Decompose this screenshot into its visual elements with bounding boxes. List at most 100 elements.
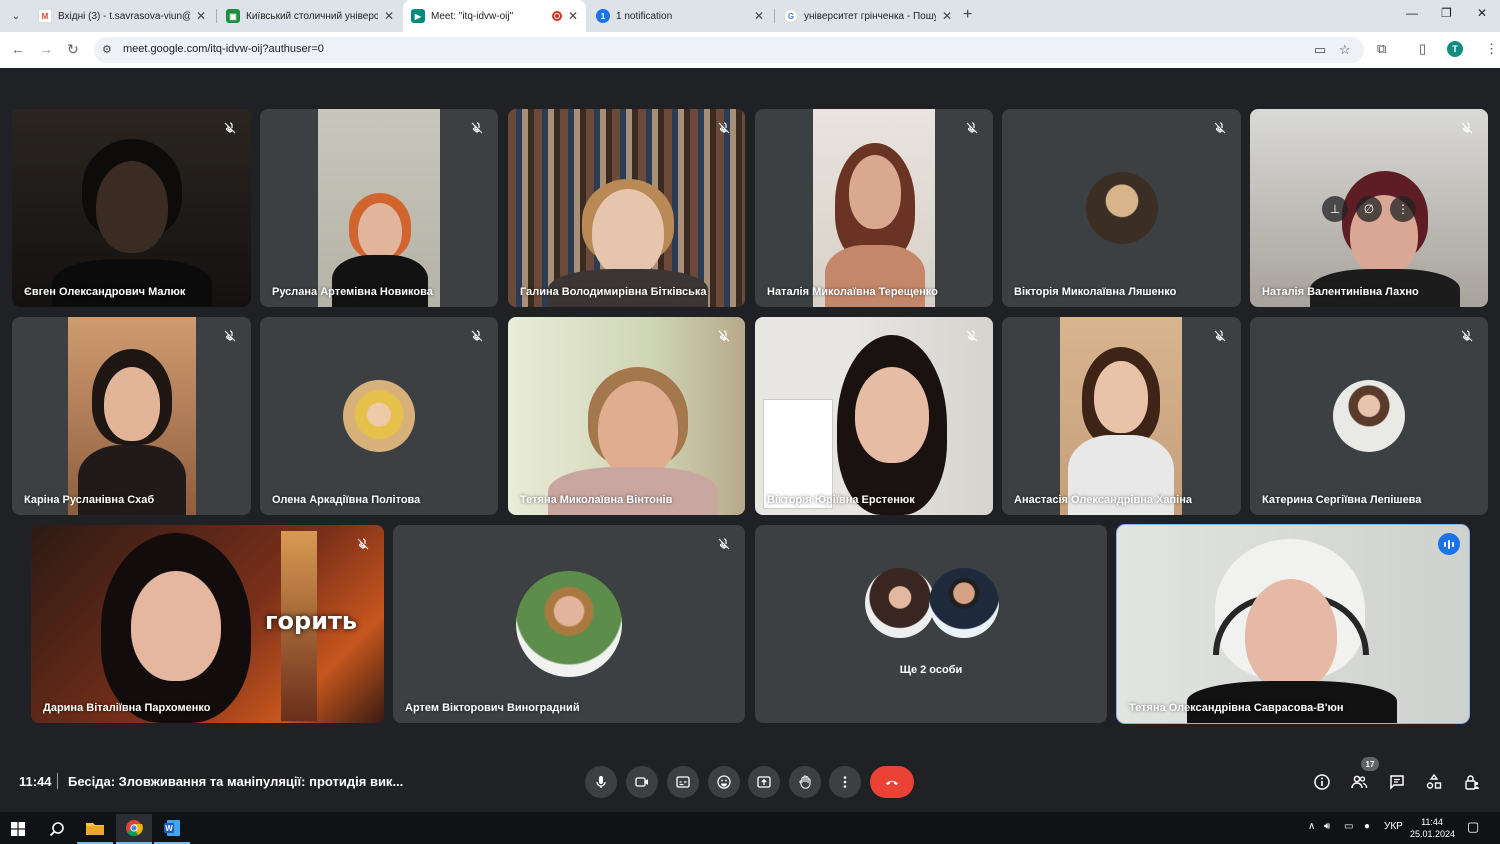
tab-close-icon[interactable]: ✕ bbox=[384, 9, 394, 23]
tab-google-search[interactable]: G університет грінченка - Пошук ✕ bbox=[776, 0, 960, 32]
participant-tile[interactable]: Галина Володимирівна Бітківська bbox=[508, 109, 745, 307]
captions-button[interactable] bbox=[667, 766, 699, 798]
tab-search-dropdown-icon[interactable]: ⌄ bbox=[6, 6, 26, 26]
windows-start-icon[interactable] bbox=[0, 814, 36, 844]
present-screen-icon bbox=[757, 776, 771, 788]
chrome-icon[interactable] bbox=[116, 814, 152, 844]
microphone-button[interactable] bbox=[585, 766, 617, 798]
microphone-tray-icon[interactable]: ● bbox=[1364, 821, 1370, 832]
notification-icon: 1 bbox=[596, 9, 610, 23]
participant-video bbox=[318, 109, 440, 307]
participant-tile[interactable]: Наталія Миколаївна Терещенко bbox=[755, 109, 993, 307]
host-controls-button[interactable] bbox=[1460, 770, 1484, 794]
mic-off-icon bbox=[963, 327, 981, 345]
side-panel-icon[interactable]: ▯ bbox=[1419, 41, 1426, 57]
leave-call-button[interactable] bbox=[870, 766, 914, 798]
present-screen-button[interactable] bbox=[748, 766, 780, 798]
participant-tile[interactable]: Вікторія Юріївна Ерстенюк bbox=[755, 317, 993, 515]
url-text: meet.google.com/itq-idvw-oij?authuser=0 bbox=[123, 43, 324, 55]
mic-off-icon bbox=[715, 119, 733, 137]
tab-close-icon[interactable]: ✕ bbox=[942, 9, 952, 23]
new-tab-button[interactable]: + bbox=[963, 6, 972, 24]
raise-hand-button[interactable] bbox=[789, 766, 821, 798]
mic-off-icon bbox=[354, 535, 372, 553]
notifications-icon[interactable]: ▢ bbox=[1467, 819, 1479, 835]
restore-icon[interactable]: ❐ bbox=[1441, 6, 1452, 20]
participant-tile-active-speaker[interactable]: Тетяна Олександрівна Саврасова-В'юн bbox=[1116, 524, 1470, 724]
tab-title: Київський столичний універс bbox=[246, 10, 378, 22]
mic-off-icon bbox=[468, 327, 486, 345]
more-participants-label: Ще 2 особи bbox=[899, 664, 963, 676]
chrome-menu-icon[interactable]: ⋮ bbox=[1485, 41, 1498, 57]
participant-tile[interactable]: Артем Вікторович Виноградний bbox=[393, 525, 745, 723]
bookmark-star-icon[interactable]: ☆ bbox=[1339, 42, 1351, 58]
camera-button[interactable] bbox=[626, 766, 658, 798]
meet-control-bar: 11:44 Бесіда: Зловживання та маніпуляції… bbox=[0, 752, 1500, 812]
network-icon[interactable]: ▭ bbox=[1344, 821, 1353, 832]
people-button[interactable] bbox=[1347, 770, 1371, 794]
participant-video bbox=[1060, 317, 1182, 515]
participant-name: Вікторія Юріївна Ерстенюк bbox=[767, 494, 915, 506]
more-options-icon[interactable]: ⋮ bbox=[1390, 196, 1416, 222]
participant-tile[interactable]: горить Дарина Віталіївна Пархоменко bbox=[31, 525, 384, 723]
extensions-icon[interactable]: ⧉ bbox=[1377, 41, 1386, 57]
tray-overflow-icon[interactable]: ∧ bbox=[1308, 821, 1315, 832]
tab-close-icon[interactable]: ✕ bbox=[568, 9, 578, 23]
mic-off-icon bbox=[715, 327, 733, 345]
mic-off-icon bbox=[1211, 327, 1229, 345]
google-classroom-icon: ▣ bbox=[226, 9, 240, 23]
site-settings-icon[interactable]: ⚙ bbox=[102, 43, 112, 56]
more-options-button[interactable] bbox=[829, 766, 861, 798]
tab-close-icon[interactable]: ✕ bbox=[754, 9, 764, 23]
participant-name: Євген Олександрович Малюк bbox=[24, 286, 186, 298]
taskbar-clock[interactable]: 11:44 25.01.2024 bbox=[1410, 816, 1456, 840]
participant-avatar bbox=[865, 568, 935, 638]
raise-hand-icon bbox=[799, 775, 811, 789]
emoji-icon bbox=[717, 775, 731, 789]
participant-name: Олена Аркадіївна Політова bbox=[272, 494, 421, 506]
chat-button[interactable] bbox=[1385, 770, 1409, 794]
minimize-icon[interactable]: — bbox=[1406, 6, 1418, 20]
participant-tile[interactable]: Каріна Русланівна Схаб bbox=[12, 317, 251, 515]
meeting-details-button[interactable] bbox=[1310, 770, 1334, 794]
pin-icon[interactable]: ⊥ bbox=[1322, 196, 1348, 222]
search-icon[interactable] bbox=[39, 814, 75, 844]
others-tile[interactable]: Ще 2 особи bbox=[755, 525, 1107, 723]
tab-close-icon[interactable]: ✕ bbox=[196, 9, 206, 23]
file-explorer-icon[interactable] bbox=[77, 814, 113, 844]
participant-tile[interactable]: Євген Олександрович Малюк bbox=[12, 109, 251, 307]
clock-date: 25.01.2024 bbox=[1410, 829, 1456, 839]
lock-person-icon bbox=[1465, 775, 1479, 790]
reactions-button[interactable] bbox=[708, 766, 740, 798]
activities-button[interactable] bbox=[1422, 770, 1446, 794]
participant-name: Артем Вікторович Виноградний bbox=[405, 702, 580, 714]
tab-meet[interactable]: ▶ Meet: "itq-idvw-oij" ✕ bbox=[403, 0, 586, 32]
forward-icon[interactable]: → bbox=[39, 41, 53, 57]
mute-participant-icon[interactable]: ∅ bbox=[1356, 196, 1382, 222]
more-vert-icon bbox=[843, 776, 847, 788]
participant-tile[interactable]: Олена Аркадіївна Політова bbox=[260, 317, 498, 515]
volume-icon[interactable]: 🔊︎ bbox=[1324, 821, 1330, 832]
tab-title: Meet: "itq-idvw-oij" bbox=[431, 10, 514, 22]
address-bar[interactable]: ⚙ meet.google.com/itq-idvw-oij?authuser=… bbox=[94, 37, 1364, 63]
tab-notification[interactable]: 1 1 notification ✕ bbox=[588, 0, 772, 32]
tab-university[interactable]: ▣ Київський столичний універс ✕ bbox=[218, 0, 402, 32]
participant-tile[interactable]: Тетяна Миколаївна Вінтонів bbox=[508, 317, 745, 515]
input-language[interactable]: УКР bbox=[1384, 821, 1403, 832]
participant-tile[interactable]: Катерина Сергіївна Лепішева bbox=[1250, 317, 1488, 515]
window-close-icon[interactable]: ✕ bbox=[1477, 6, 1487, 20]
tab-gmail[interactable]: M Вхідні (3) - t.savrasova-viun@k ✕ bbox=[30, 0, 214, 32]
profile-avatar[interactable]: T bbox=[1447, 41, 1463, 57]
participant-name: Галина Володимирівна Бітківська bbox=[520, 286, 707, 298]
participant-name: Наталія Валентинівна Лахно bbox=[1262, 286, 1419, 298]
browser-toolbar: ← → ↻ ⚙ meet.google.com/itq-idvw-oij?aut… bbox=[0, 32, 1500, 68]
participant-tile[interactable]: Руслана Артемівна Новикова bbox=[260, 109, 498, 307]
reload-icon[interactable]: ↻ bbox=[67, 41, 79, 58]
participant-tile[interactable]: Анастасія Олександрівна Хапіна bbox=[1002, 317, 1241, 515]
camera-in-use-icon[interactable]: ▭ bbox=[1314, 42, 1326, 58]
meeting-time: 11:44 bbox=[19, 774, 52, 789]
participant-tile[interactable]: ⊥ ∅ ⋮ Наталія Валентинівна Лахно bbox=[1250, 109, 1488, 307]
participant-tile[interactable]: Вікторія Миколаївна Ляшенко bbox=[1002, 109, 1241, 307]
back-icon[interactable]: ← bbox=[11, 41, 25, 57]
word-icon[interactable]: W bbox=[154, 814, 190, 844]
